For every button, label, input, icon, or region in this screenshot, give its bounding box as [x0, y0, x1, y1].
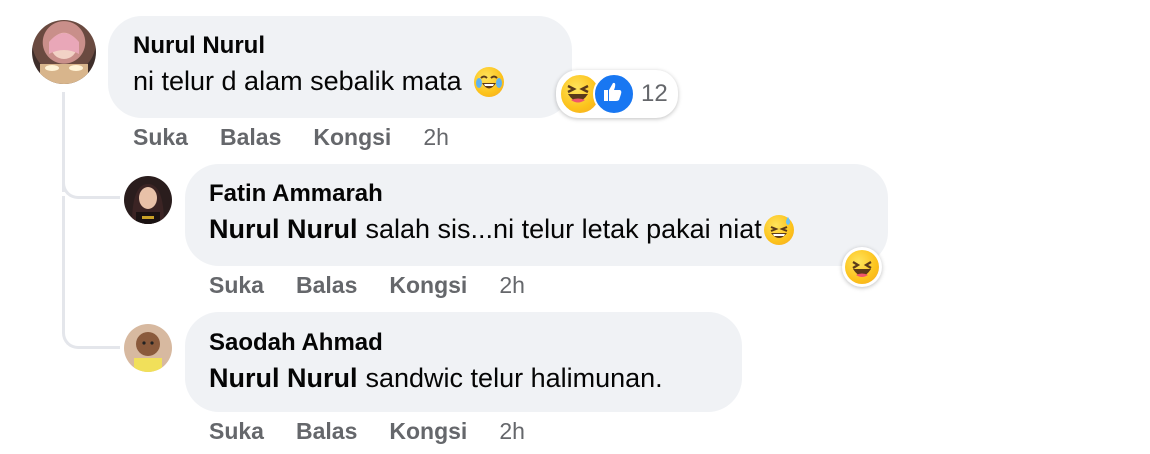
avatar-image: [132, 184, 164, 224]
thread-branch-2: [62, 318, 120, 349]
avatar[interactable]: [124, 324, 172, 372]
reply-button[interactable]: Balas: [220, 124, 281, 151]
haha-reaction-icon: [845, 250, 879, 284]
comment-timestamp[interactable]: 2h: [499, 272, 525, 299]
share-button[interactable]: Kongsi: [389, 272, 467, 299]
avatar-image: [134, 332, 162, 372]
like-reaction-icon: [593, 73, 635, 115]
like-button[interactable]: Suka: [209, 418, 264, 445]
comment-bubble[interactable]: [185, 312, 742, 412]
comment-body: sandwic telur halimunan.: [365, 363, 663, 393]
comment-text: Nurul Nurul sandwic telur halimunan.: [209, 363, 663, 394]
comment-body: salah sis...ni telur letak pakai niat: [365, 214, 762, 244]
comment-actions: Suka Balas Kongsi 2h: [209, 418, 525, 445]
mention-link[interactable]: Nurul Nurul: [209, 214, 358, 245]
like-button[interactable]: Suka: [133, 124, 188, 151]
thread-line-2: [62, 196, 65, 326]
reaction-summary[interactable]: 12: [556, 70, 678, 118]
comment-body: ni telur d alam sebalik mata: [133, 66, 462, 96]
comment-text: ni telur d alam sebalik mata: [133, 66, 504, 97]
comment-author[interactable]: Nurul Nurul: [133, 32, 265, 60]
comment-author[interactable]: Saodah Ahmad: [209, 329, 383, 357]
face-with-tears-of-joy-icon: [473, 66, 504, 97]
comment-text: Nurul Nurul salah sis...ni telur letak p…: [209, 214, 794, 245]
reaction-summary[interactable]: [842, 247, 882, 287]
share-button[interactable]: Kongsi: [313, 124, 391, 151]
share-button[interactable]: Kongsi: [389, 418, 467, 445]
reply-button[interactable]: Balas: [296, 418, 357, 445]
comment-timestamp[interactable]: 2h: [423, 124, 449, 151]
avatar[interactable]: [124, 176, 172, 224]
comment-timestamp[interactable]: 2h: [499, 418, 525, 445]
reply-button[interactable]: Balas: [296, 272, 357, 299]
comment-actions: Suka Balas Kongsi 2h: [133, 124, 449, 151]
thread-branch-1: [62, 170, 120, 199]
reaction-count: 12: [641, 80, 668, 107]
comment-author[interactable]: Fatin Ammarah: [209, 180, 383, 208]
avatar-image: [40, 33, 88, 84]
mention-link[interactable]: Nurul Nurul: [209, 363, 358, 394]
avatar[interactable]: [32, 20, 96, 84]
like-button[interactable]: Suka: [209, 272, 264, 299]
comment-actions: Suka Balas Kongsi 2h: [209, 272, 525, 299]
grinning-face-with-sweat-icon: [763, 214, 794, 245]
